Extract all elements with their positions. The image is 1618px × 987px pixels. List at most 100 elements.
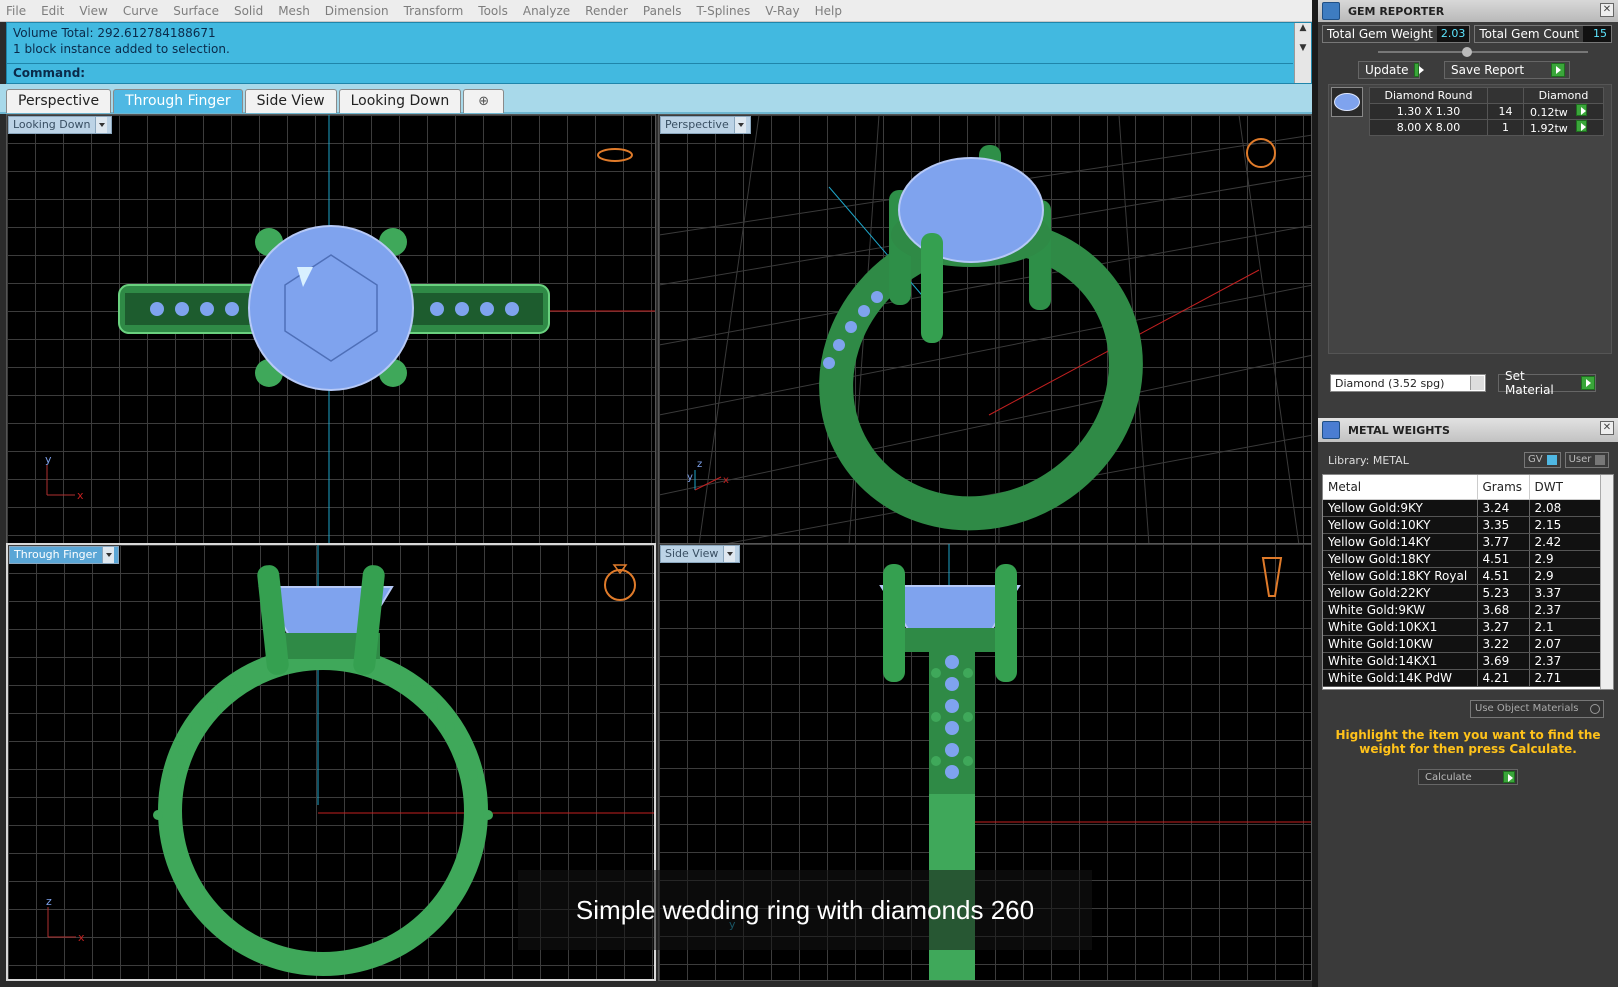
axis-z-label: z: [697, 459, 702, 470]
table-row[interactable]: 8.00 X 8.00 1 1.92tw: [1369, 119, 1604, 136]
menu-analyze[interactable]: Analyze: [523, 4, 570, 18]
table-row[interactable]: 1.30 X 1.30 14 0.12tw: [1369, 103, 1604, 120]
metal-name: Yellow Gold:22KY: [1323, 584, 1478, 602]
set-material-button[interactable]: Set Material: [1498, 369, 1596, 397]
menu-curve[interactable]: Curve: [123, 4, 158, 18]
viewport-label-perspective[interactable]: Perspective: [660, 116, 751, 134]
gem-table: Diamond Round Diamond 1.30 X 1.30 14 0.1…: [1369, 87, 1604, 136]
set-material-label: Set Material: [1505, 369, 1554, 397]
metal-grams: 5.23: [1477, 584, 1530, 602]
table-row[interactable]: Yellow Gold:18KY 4.51 2.9: [1323, 550, 1601, 568]
menu-help[interactable]: Help: [815, 4, 842, 18]
table-row[interactable]: Yellow Gold:14KY 3.77 2.42: [1323, 533, 1601, 551]
update-label: Update: [1365, 63, 1409, 77]
gem-count: 1: [1487, 119, 1524, 136]
menu-vray[interactable]: V-Ray: [765, 4, 799, 18]
gv-toggle[interactable]: GV: [1524, 452, 1561, 468]
gem-header-shape: Diamond Round: [1369, 87, 1488, 104]
table-row[interactable]: White Gold:14KX1 3.69 2.37: [1323, 652, 1601, 670]
chevron-down-icon[interactable]: [95, 117, 108, 133]
play-icon[interactable]: [1575, 104, 1587, 116]
menu-surface[interactable]: Surface: [173, 4, 219, 18]
tab-perspective[interactable]: Perspective: [6, 89, 112, 113]
metal-name: Yellow Gold:9KY: [1323, 499, 1478, 517]
chevron-down-icon[interactable]: [101, 547, 114, 563]
command-prompt[interactable]: Command:: [7, 63, 1293, 83]
gem-weight: 0.12tw: [1530, 106, 1568, 119]
chevron-down-icon: [1470, 376, 1484, 390]
metal-dwt: 2.15: [1529, 516, 1601, 534]
axis-y-label: y: [687, 472, 693, 483]
viewport-label-side-view[interactable]: Side View: [660, 545, 741, 563]
add-tab-button[interactable]: ⊕: [463, 89, 505, 113]
viewport-label-through-finger[interactable]: Through Finger: [9, 546, 119, 564]
gem-list: Diamond Round Diamond 1.30 X 1.30 14 0.1…: [1328, 84, 1612, 354]
tab-looking-down[interactable]: Looking Down: [338, 89, 462, 113]
metal-name: Yellow Gold:18KY Royal: [1323, 567, 1478, 585]
calculate-hint: Highlight the item you want to find the …: [1335, 728, 1601, 756]
table-row[interactable]: Yellow Gold:9KY 3.24 2.08: [1323, 499, 1601, 517]
menu-file[interactable]: File: [6, 4, 26, 18]
chevron-down-icon[interactable]: [723, 546, 736, 562]
viewport-perspective[interactable]: y z x Perspective: [658, 114, 1312, 544]
menu-panels[interactable]: Panels: [643, 4, 682, 18]
menu-render[interactable]: Render: [585, 4, 628, 18]
table-row[interactable]: Yellow Gold:18KY Royal 4.51 2.9: [1323, 567, 1601, 585]
metal-dwt: 2.07: [1529, 635, 1601, 653]
header-grams[interactable]: Grams: [1477, 475, 1530, 500]
table-row[interactable]: Yellow Gold:10KY 3.35 2.15: [1323, 516, 1601, 534]
viewport-title: Perspective: [665, 118, 729, 131]
metal-table-scrollbar[interactable]: [1600, 475, 1613, 689]
viewport-title: Through Finger: [14, 548, 97, 561]
user-toggle[interactable]: User: [1564, 452, 1610, 468]
menu-view[interactable]: View: [79, 4, 107, 18]
gem-weight-cell: 1.92tw: [1523, 119, 1604, 136]
metal-grams: 3.68: [1477, 601, 1530, 619]
diamond-thumbnail[interactable]: [1331, 87, 1363, 117]
table-row[interactable]: White Gold:10KX1 3.27 2.1: [1323, 618, 1601, 636]
close-icon[interactable]: ✕: [1600, 421, 1614, 435]
caption-text: Simple wedding ring with diamonds 260: [575, 894, 1035, 925]
menu-tools[interactable]: Tools: [478, 4, 508, 18]
command-area: Volume Total: 292.612784188671 1 block i…: [6, 22, 1312, 84]
menu-dimension[interactable]: Dimension: [325, 4, 389, 18]
menu-transform[interactable]: Transform: [404, 4, 464, 18]
menu-tsplines[interactable]: T-Splines: [697, 4, 751, 18]
metal-name: White Gold:14KX1: [1323, 652, 1478, 670]
table-row[interactable]: White Gold:10KW 3.22 2.07: [1323, 635, 1601, 653]
gem-slider[interactable]: [1318, 46, 1618, 58]
metal-weights-table: Metal Grams DWT Yellow Gold:9KY 3.24 2.08 …: [1323, 475, 1601, 687]
menu-solid[interactable]: Solid: [234, 4, 263, 18]
save-report-button[interactable]: Save Report: [1444, 61, 1570, 79]
gem-header-count: [1487, 87, 1524, 104]
total-gem-weight-value: 2.03: [1436, 26, 1470, 42]
update-button[interactable]: Update: [1358, 61, 1424, 79]
metal-grams: 3.27: [1477, 618, 1530, 636]
metal-grams: 3.22: [1477, 635, 1530, 653]
table-row[interactable]: White Gold:14K PdW 4.21 2.71: [1323, 669, 1601, 687]
header-metal[interactable]: Metal: [1323, 475, 1478, 500]
viewport-label-looking-down[interactable]: Looking Down: [8, 116, 113, 134]
calculate-button[interactable]: Calculate: [1418, 769, 1518, 785]
command-scrollbar[interactable]: ▲ ▼: [1294, 23, 1311, 83]
menu-edit[interactable]: Edit: [41, 4, 64, 18]
chevron-down-icon[interactable]: [733, 117, 746, 133]
axis-x-label: x: [77, 489, 84, 502]
tab-through-finger[interactable]: Through Finger: [113, 89, 243, 113]
play-icon[interactable]: [1575, 120, 1587, 132]
library-toggles: GV User: [1524, 452, 1610, 468]
header-dwt[interactable]: DWT: [1529, 475, 1601, 500]
total-gem-count: Total Gem Count 15: [1474, 25, 1613, 43]
material-row: Diamond (3.52 spg) Set Material: [1330, 369, 1612, 397]
use-object-materials-toggle[interactable]: Use Object Materials: [1470, 700, 1604, 718]
table-row[interactable]: Yellow Gold:22KY 5.23 3.37: [1323, 584, 1601, 602]
table-row[interactable]: White Gold:9KW 3.68 2.37: [1323, 601, 1601, 619]
menu-mesh[interactable]: Mesh: [278, 4, 310, 18]
material-select[interactable]: Diamond (3.52 spg): [1330, 374, 1486, 392]
metal-name: Yellow Gold:10KY: [1323, 516, 1478, 534]
viewport-looking-down[interactable]: y x Looking Down: [6, 114, 656, 544]
tab-side-view[interactable]: Side View: [244, 89, 337, 113]
close-icon[interactable]: ✕: [1600, 3, 1614, 17]
metal-dwt: 3.37: [1529, 584, 1601, 602]
metal-grams: 4.51: [1477, 567, 1530, 585]
